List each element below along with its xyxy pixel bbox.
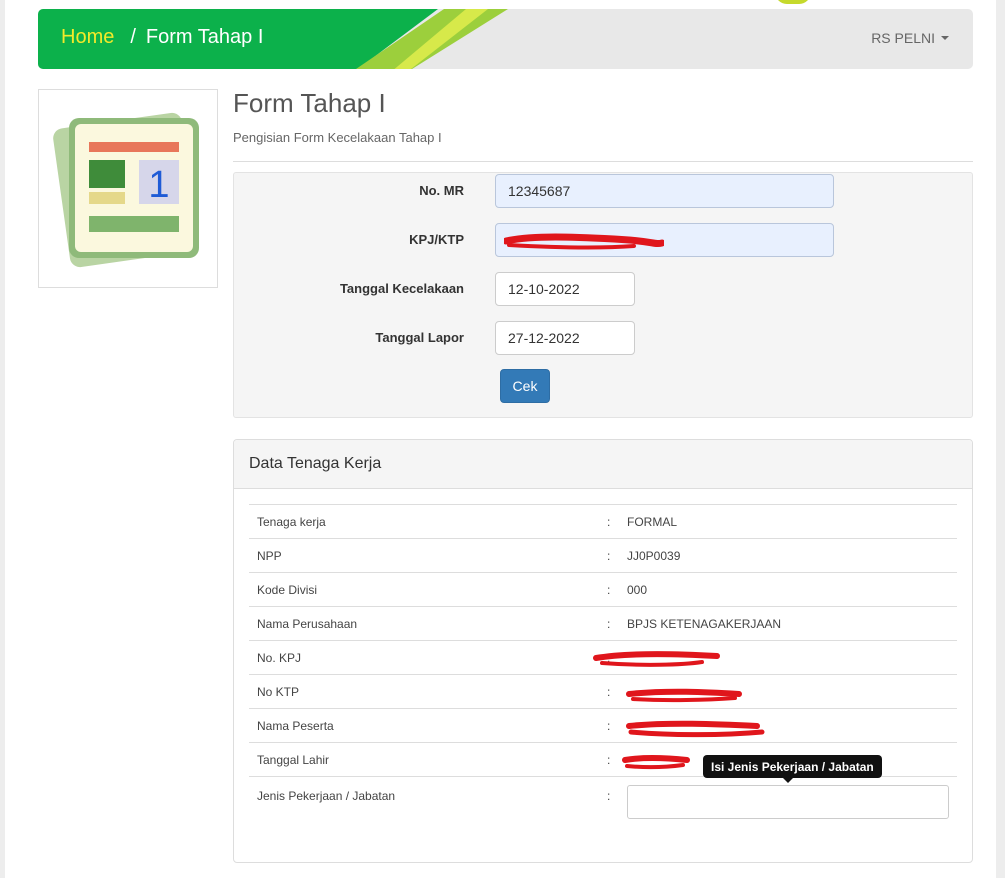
kpj-ktp-label: KPJ/KTP xyxy=(409,232,464,247)
jabatan-tooltip: Isi Jenis Pekerjaan / Jabatan xyxy=(703,755,882,783)
breadcrumb-current: Form Tahap I xyxy=(145,26,264,48)
row-value: FORMAL xyxy=(619,504,957,539)
page-title: Form Tahap I xyxy=(233,88,386,118)
jenis-pekerjaan-input[interactable] xyxy=(627,785,949,819)
decorative-circle xyxy=(775,0,811,4)
row-label: NPP xyxy=(249,538,599,573)
row-value: BPJS KETENAGAKERJAAN xyxy=(619,606,957,641)
breadcrumb: Home / Form Tahap I xyxy=(61,26,263,49)
table-row: Nama Peserta : xyxy=(249,708,957,743)
table-row: No. KPJ : xyxy=(249,640,957,675)
form-document-illustration: 1 xyxy=(38,89,218,288)
title-divider xyxy=(233,161,973,162)
tanggal-kecelakaan-input[interactable]: 12-10-2022 xyxy=(495,272,635,306)
row-colon: : xyxy=(599,572,619,607)
document-icon: 1 xyxy=(53,112,199,268)
page-subtitle: Pengisian Form Kecelakaan Tahap I xyxy=(233,130,442,145)
user-menu-label: RS PELNI xyxy=(871,30,935,46)
row-label: No KTP xyxy=(249,674,599,709)
row-colon: : xyxy=(599,708,619,743)
table-row: Jenis Pekerjaan / Jabatan : xyxy=(249,776,957,837)
table-row: No KTP : xyxy=(249,674,957,709)
row-label: Kode Divisi xyxy=(249,572,599,607)
search-form: No. MR 12345687 KPJ/KTP Tanggal Kecelaka… xyxy=(233,172,973,418)
table-row: NPP : JJ0P0039 xyxy=(249,538,957,573)
row-colon: : xyxy=(599,674,619,709)
redaction-mark xyxy=(504,233,664,250)
row-label: Nama Perusahaan xyxy=(249,606,599,641)
breadcrumb-home-link[interactable]: Home xyxy=(61,26,114,49)
row-value: 000 xyxy=(619,572,957,607)
row-label: No. KPJ xyxy=(249,640,599,675)
row-label: Tanggal Lahir xyxy=(249,742,599,777)
tanggal-lapor-input[interactable]: 27-12-2022 xyxy=(495,321,635,355)
row-colon: : xyxy=(599,504,619,539)
table-row: Tenaga kerja : FORMAL xyxy=(249,504,957,539)
cek-button[interactable]: Cek xyxy=(500,369,550,403)
navbar: Home / Form Tahap I RS PELNI xyxy=(38,9,973,69)
row-value xyxy=(593,640,957,675)
caret-down-icon xyxy=(941,36,949,40)
row-value xyxy=(619,708,957,743)
row-colon: : xyxy=(599,538,619,573)
data-tenaga-kerja-panel: Data Tenaga Kerja Tenaga kerja : FORMAL … xyxy=(233,439,973,863)
row-label: Jenis Pekerjaan / Jabatan xyxy=(249,776,599,837)
row-value xyxy=(619,776,957,837)
table-row: Nama Perusahaan : BPJS KETENAGAKERJAAN xyxy=(249,606,957,641)
table-row: Kode Divisi : 000 xyxy=(249,572,957,607)
tanggal-kecelakaan-label: Tanggal Kecelakaan xyxy=(339,281,464,296)
row-colon: : xyxy=(599,606,619,641)
user-menu-dropdown[interactable]: RS PELNI xyxy=(871,30,949,46)
page: Home / Form Tahap I RS PELNI 1 Form Taha… xyxy=(5,0,996,878)
row-value: JJ0P0039 xyxy=(619,538,957,573)
row-label: Tenaga kerja xyxy=(249,504,599,539)
panel-title: Data Tenaga Kerja xyxy=(234,440,972,489)
row-value xyxy=(619,674,957,709)
no-mr-label: No. MR xyxy=(419,183,464,198)
tanggal-lapor-label: Tanggal Lapor xyxy=(375,330,464,345)
no-mr-input[interactable]: 12345687 xyxy=(495,174,834,208)
row-colon: : xyxy=(599,776,619,837)
svg-text:1: 1 xyxy=(148,164,169,206)
breadcrumb-separator: / xyxy=(130,26,136,48)
kpj-ktp-input[interactable] xyxy=(495,223,834,257)
row-colon: : xyxy=(599,742,619,777)
data-table: Tenaga kerja : FORMAL NPP : JJ0P0039 Kod… xyxy=(249,504,957,837)
row-label: Nama Peserta xyxy=(249,708,599,743)
